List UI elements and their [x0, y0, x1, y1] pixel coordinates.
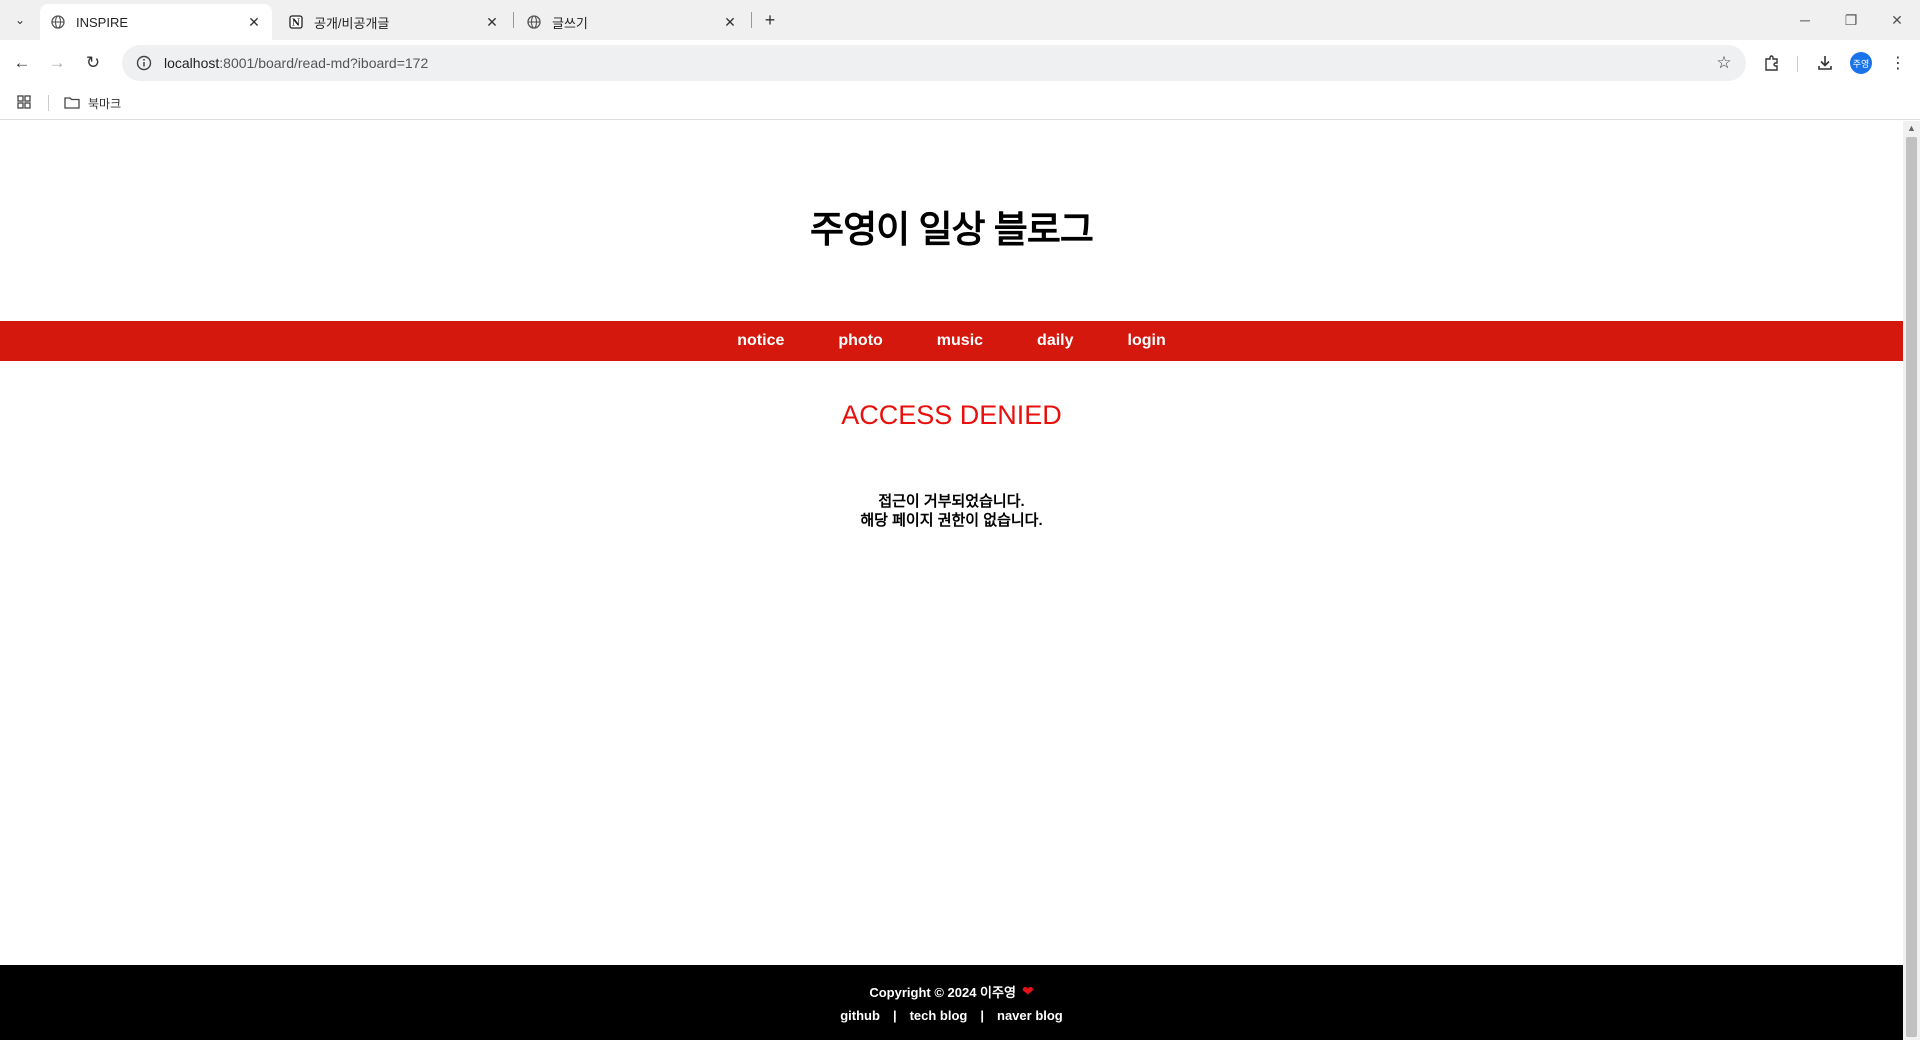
bookmarks-bar: 북마크 — [0, 86, 1920, 120]
tab-title: 공개/비공개글 — [314, 15, 390, 31]
url-text: localhost:8001/board/read-md?iboard=172 — [164, 55, 429, 71]
svg-text:N: N — [292, 19, 300, 29]
bookmark-star-icon[interactable]: ☆ — [1714, 53, 1734, 73]
denied-line-2: 해당 페이지 권한이 없습니다. — [860, 512, 1043, 529]
denied-line-1: 접근이 거부되었습니다. — [878, 493, 1025, 510]
browser-toolbar: ← → ↻ localhost:8001/board/read-md?iboar… — [0, 40, 1920, 86]
tab-separator — [751, 12, 752, 28]
copyright: Copyright © 2024 이주영 ❤ — [0, 982, 1903, 1001]
globe-icon — [50, 14, 66, 30]
tab-strip: ⌄ INSPIRE ✕ N 공개/비공개글 ✕ 글쓰기 ✕ + ─ ❐ ✕ — [0, 0, 1920, 40]
page-content: 주영이 일상 블로그 notice photo music daily logi… — [0, 121, 1903, 1040]
address-bar[interactable]: localhost:8001/board/read-md?iboard=172 … — [122, 45, 1746, 81]
globe-icon — [526, 14, 542, 30]
menu-item-music[interactable]: music — [937, 332, 983, 350]
scrollbar-thumb[interactable] — [1906, 137, 1917, 1037]
apps-grid-icon[interactable] — [16, 94, 34, 112]
tab-public-private[interactable]: N 공개/비공개글 ✕ — [278, 4, 510, 40]
extensions-puzzle-icon[interactable] — [1760, 51, 1784, 75]
link-separator: | — [892, 1008, 897, 1023]
copyright-text: Copyright © 2024 이주영 — [869, 985, 1016, 1000]
tab-search-chevron-icon[interactable]: ⌄ — [8, 8, 32, 32]
footer-link-naver-blog[interactable]: naver blog — [997, 1008, 1063, 1023]
folder-icon — [64, 97, 80, 109]
restore-icon[interactable]: ❐ — [1828, 6, 1874, 34]
heart-icon: ❤ — [1021, 983, 1034, 999]
close-icon[interactable]: ✕ — [484, 14, 500, 30]
menu-item-notice[interactable]: notice — [737, 332, 784, 350]
menu-item-photo[interactable]: photo — [838, 332, 882, 350]
tab-inspire[interactable]: INSPIRE ✕ — [40, 4, 272, 40]
link-separator: | — [980, 1008, 985, 1023]
download-icon[interactable] — [1813, 51, 1837, 75]
more-menu-icon[interactable]: ⋮ — [1886, 51, 1910, 75]
main-menu: notice photo music daily login — [0, 321, 1903, 361]
menu-item-daily[interactable]: daily — [1037, 332, 1073, 350]
menu-item-login[interactable]: login — [1128, 332, 1166, 350]
bookmark-folder-label: 북마크 — [88, 96, 122, 111]
toolbar-separator — [1797, 56, 1798, 72]
site-title[interactable]: 주영이 일상 블로그 — [0, 199, 1903, 253]
tab-write[interactable]: 글쓰기 ✕ — [516, 4, 748, 40]
footer-links: github | tech blog | naver blog — [0, 1008, 1903, 1023]
close-window-icon[interactable]: ✕ — [1874, 6, 1920, 34]
tab-title: 글쓰기 — [552, 15, 588, 31]
footer-link-tech-blog[interactable]: tech blog — [910, 1008, 968, 1023]
back-arrow-icon[interactable]: ← — [8, 49, 36, 77]
close-icon[interactable]: ✕ — [722, 14, 738, 30]
tab-title: INSPIRE — [76, 14, 129, 30]
bookmark-separator — [48, 95, 49, 111]
footer-link-github[interactable]: github — [840, 1008, 880, 1023]
vertical-scrollbar[interactable]: ▲ — [1903, 121, 1920, 1040]
forward-arrow-icon[interactable]: → — [43, 49, 71, 77]
access-denied-message: 접근이 거부되었습니다. 해당 페이지 권한이 없습니다. — [0, 492, 1903, 530]
minimize-icon[interactable]: ─ — [1782, 6, 1828, 34]
tab-separator — [513, 12, 514, 28]
bookmark-folder[interactable]: 북마크 — [64, 93, 121, 113]
reload-icon[interactable]: ↻ — [79, 49, 107, 77]
new-tab-plus-icon[interactable]: + — [758, 8, 782, 32]
access-denied-heading: ACCESS DENIED — [841, 400, 1062, 430]
site-footer: Copyright © 2024 이주영 ❤ github | tech blo… — [0, 965, 1903, 1040]
notion-icon: N — [288, 14, 304, 30]
close-icon[interactable]: ✕ — [246, 14, 262, 30]
scroll-up-arrow-icon[interactable]: ▲ — [1907, 123, 1916, 133]
site-info-icon[interactable] — [130, 55, 158, 71]
profile-avatar[interactable]: 주영 — [1850, 52, 1872, 74]
